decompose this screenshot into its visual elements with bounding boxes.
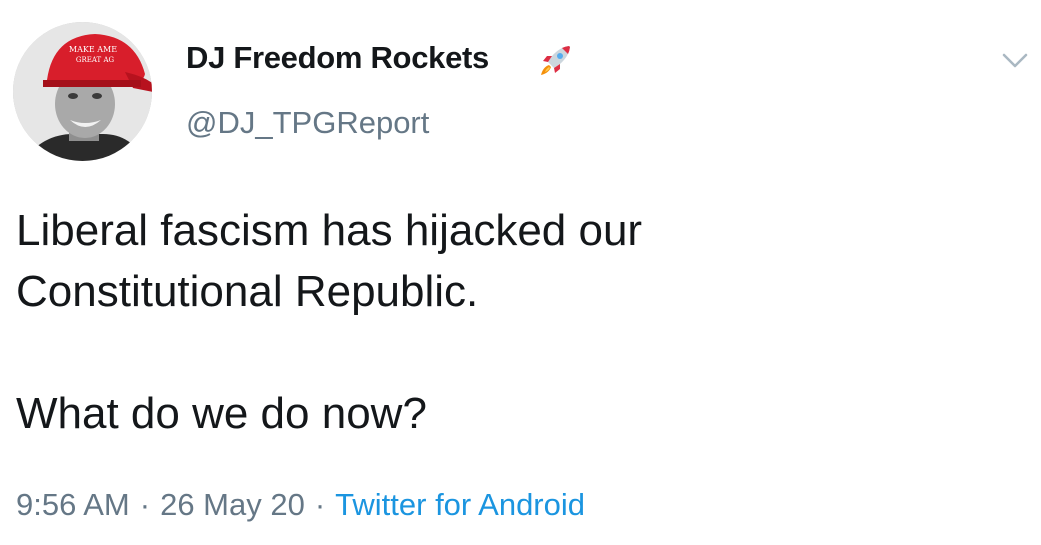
hat-text-line-1: MAKE AME [69, 45, 117, 54]
rocket-icon [541, 46, 570, 75]
avatar[interactable]: MAKE AME GREAT AG [13, 22, 152, 161]
chevron-down-icon[interactable] [1000, 50, 1030, 72]
tweet-text: Liberal fascism has hijacked our Constit… [16, 200, 1016, 444]
separator-dot: · [139, 487, 151, 522]
display-name[interactable]: DJ Freedom Rockets [186, 40, 489, 76]
user-handle[interactable]: @DJ_TPGReport [186, 105, 429, 141]
tweet-card: MAKE AME GREAT AG DJ Freedom Rockets @DJ… [0, 0, 1041, 545]
tweet-date[interactable]: 26 May 20 [160, 487, 305, 522]
tweet-text-line: Constitutional Republic. [16, 267, 479, 316]
tweet-time[interactable]: 9:56 AM [16, 487, 130, 522]
separator-dot: · [314, 487, 326, 522]
profile-photo: MAKE AME GREAT AG [13, 22, 152, 161]
hat-text-line-2: GREAT AG [76, 56, 115, 64]
tweet-text-line: Liberal fascism has hijacked our [16, 206, 643, 255]
tweet-source-link[interactable]: Twitter for Android [335, 487, 585, 522]
tweet-metadata: 9:56 AM · 26 May 20 · Twitter for Android [16, 487, 585, 523]
tweet-text-line: What do we do now? [16, 389, 427, 438]
